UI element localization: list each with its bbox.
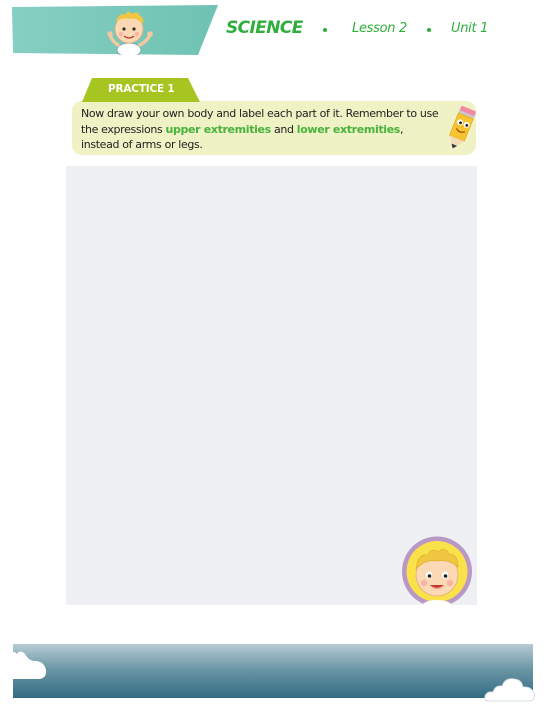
pencil-mascot-icon: [449, 105, 476, 149]
unit-label: Unit 1: [451, 21, 489, 36]
separator-dot: [323, 28, 327, 32]
footer-band: [13, 644, 533, 698]
header-banner: [12, 5, 218, 55]
cloud-icon: [484, 678, 535, 702]
separator-dot: [427, 28, 431, 32]
kid-face-icon: [402, 536, 472, 608]
instruction-segment: and: [270, 122, 297, 136]
subject-title: SCIENCE: [226, 18, 303, 38]
instruction-text: Now draw your own body and label each pa…: [81, 106, 443, 153]
practice-label: PRACTICE 1: [108, 83, 175, 95]
lesson-label: Lesson 2: [352, 21, 407, 36]
keyword-lower-extremities: lower extremities: [296, 122, 401, 136]
keyword-upper-extremities: upper extremities: [165, 122, 272, 136]
cloud-icon: [11, 651, 47, 679]
